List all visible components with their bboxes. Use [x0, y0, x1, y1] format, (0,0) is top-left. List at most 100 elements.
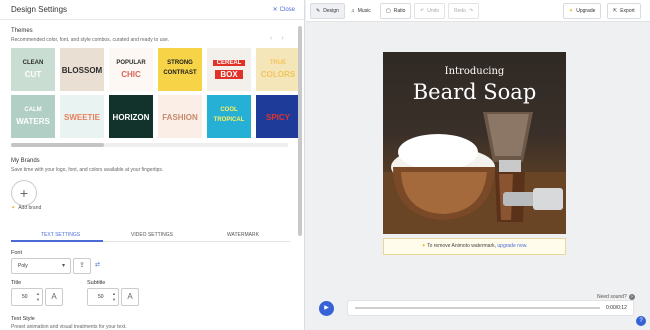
music-button[interactable]: ♫ Music — [346, 3, 376, 19]
play-icon: ▶ — [324, 305, 329, 311]
theme-card[interactable]: SPICY — [256, 95, 300, 138]
add-brand-label: Add brand — [18, 205, 42, 211]
theme-card-label: COOL — [220, 107, 238, 113]
redo-button[interactable]: Redo ↷ — [448, 3, 480, 19]
theme-card-label: CALM — [24, 107, 42, 113]
theme-card[interactable]: FASHION — [158, 95, 202, 138]
theme-card-label: CONTRAST — [163, 70, 197, 76]
themes-title: Themes — [11, 28, 33, 34]
export-icon: ⇱ — [613, 8, 618, 14]
theme-card-label: SPICY — [265, 113, 290, 122]
upgrade-label: Upgrade — [576, 8, 596, 14]
watermark-text: To remove Animoto watermark, — [427, 243, 496, 249]
sparkle-icon: ✦ — [569, 8, 574, 14]
caret-down-icon: ▾ — [61, 263, 65, 269]
theme-card-label: CEREAL — [213, 60, 245, 66]
preview-title-line2: Beard Soap — [412, 80, 537, 104]
carousel-arrows: ‹ › — [270, 35, 284, 42]
stepper-arrows-icon[interactable]: ▲ ▼ — [112, 291, 116, 303]
theme-card[interactable]: BLOSSOM — [60, 48, 104, 91]
design-settings-panel: Design Settings ✕ Close Themes Recommend… — [0, 0, 305, 330]
export-label: Export — [620, 8, 635, 14]
tab-text-settings[interactable]: TEXT SETTINGS — [41, 232, 80, 238]
add-brand-circle-button[interactable]: + — [11, 180, 37, 206]
undo-icon: ↶ — [420, 8, 425, 14]
preview-title-line1: Introducing — [444, 66, 505, 77]
subtitle-font-style-button[interactable]: A — [121, 288, 139, 306]
theme-card[interactable]: CEREAL BOX — [207, 48, 251, 91]
theme-card-label: TROPICAL — [213, 117, 245, 123]
panel-divider — [0, 19, 304, 20]
video-preview[interactable]: Introducing Beard Soap — [383, 52, 566, 234]
theme-card-label: HORIZON — [112, 113, 150, 122]
theme-card[interactable]: CALM WATERS — [11, 95, 55, 138]
active-tab-indicator — [11, 240, 103, 242]
question-icon: ? — [639, 318, 643, 324]
theme-card-label: CLEAN — [22, 60, 44, 66]
progress-track[interactable] — [355, 307, 600, 309]
upgrade-now-link[interactable]: upgrade now. — [497, 243, 527, 249]
theme-card-label: STRONG — [167, 60, 193, 66]
title-font-style-button[interactable]: A — [45, 288, 63, 306]
ratio-button[interactable]: ▢ Ratio — [380, 3, 412, 19]
theme-card[interactable]: STRONG CONTRAST — [158, 48, 202, 91]
watermark-notice: ✦ To remove Animoto watermark, upgrade n… — [383, 238, 566, 255]
subtitle-label: Subtitle — [87, 280, 106, 286]
undo-button[interactable]: ↶ Undo — [414, 3, 446, 19]
chevron-right-icon[interactable]: › — [281, 35, 283, 42]
font-pair-icon[interactable]: ⇄ — [95, 261, 100, 268]
close-icon: ✕ — [272, 7, 278, 13]
theme-card-label: TRUE — [269, 60, 287, 66]
theme-card-label: POPULAR — [116, 60, 146, 66]
theme-card-label: BLOSSOM — [61, 66, 103, 75]
title-label: Title — [11, 280, 22, 286]
font-value: Poly — [18, 263, 28, 269]
editor-toolbar: ✎ Design ♫ Music ▢ Ratio ↶ Undo Redo ↷ ✦ Upgra… — [306, 0, 650, 22]
ratio-label: Ratio — [393, 8, 406, 14]
sparkle-icon: ✦ — [11, 205, 16, 211]
design-button[interactable]: ✎ Design — [310, 3, 345, 19]
redo-icon: ↷ — [468, 8, 474, 14]
panel-scrollbar[interactable] — [298, 26, 302, 236]
brands-subtitle: Save time with your logo, font, and colo… — [11, 167, 164, 173]
theme-card-label: COLORS — [260, 70, 296, 79]
close-label: Close — [279, 6, 295, 13]
pencil-icon: ✎ — [316, 8, 321, 14]
subtitle-size-stepper[interactable]: 50 ▲ ▼ — [87, 288, 119, 306]
text-a-icon: A — [51, 292, 57, 301]
theme-card-label: SWEETIE — [63, 113, 100, 122]
redo-label: Redo — [454, 8, 466, 14]
title-size-stepper[interactable]: 50 ▲ ▼ — [11, 288, 43, 306]
subtitle-size-value: 50 — [98, 294, 104, 300]
theme-card[interactable]: COOL TROPICAL — [207, 95, 251, 138]
tab-watermark[interactable]: WATERMARK — [227, 232, 259, 238]
export-button[interactable]: ⇱ Export — [607, 3, 641, 19]
theme-card[interactable]: TRUE COLORS — [256, 48, 300, 91]
upload-font-button[interactable]: ⇪ — [73, 258, 91, 274]
theme-card[interactable]: CLEAN CUT — [11, 48, 55, 91]
help-button[interactable]: ? — [636, 316, 646, 326]
theme-card-label: CHIC — [121, 70, 141, 79]
theme-card-label: BOX — [215, 70, 243, 79]
stepper-arrows-icon[interactable]: ▲ ▼ — [36, 291, 40, 303]
play-button[interactable]: ▶ — [319, 301, 334, 316]
chevron-left-icon[interactable]: ‹ — [270, 35, 272, 42]
ratio-icon: ▢ — [386, 8, 391, 14]
undo-label: Undo — [427, 8, 440, 14]
music-note-icon: ♫ — [351, 8, 355, 14]
theme-card[interactable]: SWEETIE — [60, 95, 104, 138]
add-brand-button[interactable]: ✦ Add brand — [11, 205, 41, 211]
theme-card[interactable]: HORIZON — [109, 95, 153, 138]
theme-card-label: FASHION — [162, 113, 198, 122]
font-select[interactable]: Poly ▾ — [11, 258, 71, 274]
tab-video-settings[interactable]: VIDEO SETTINGS — [131, 232, 173, 238]
theme-card-label: WATERS — [16, 117, 50, 126]
upgrade-button[interactable]: ✦ Upgrade — [563, 3, 602, 19]
themes-scrollbar-thumb[interactable] — [11, 143, 104, 147]
text-a-icon: A — [127, 292, 133, 301]
plus-icon: + — [19, 185, 29, 201]
playback-time: 0:00/0:12 — [606, 305, 627, 311]
panel-title: Design Settings — [11, 5, 68, 14]
close-button[interactable]: ✕ Close — [272, 6, 295, 14]
theme-card[interactable]: POPULAR CHIC — [109, 48, 153, 91]
